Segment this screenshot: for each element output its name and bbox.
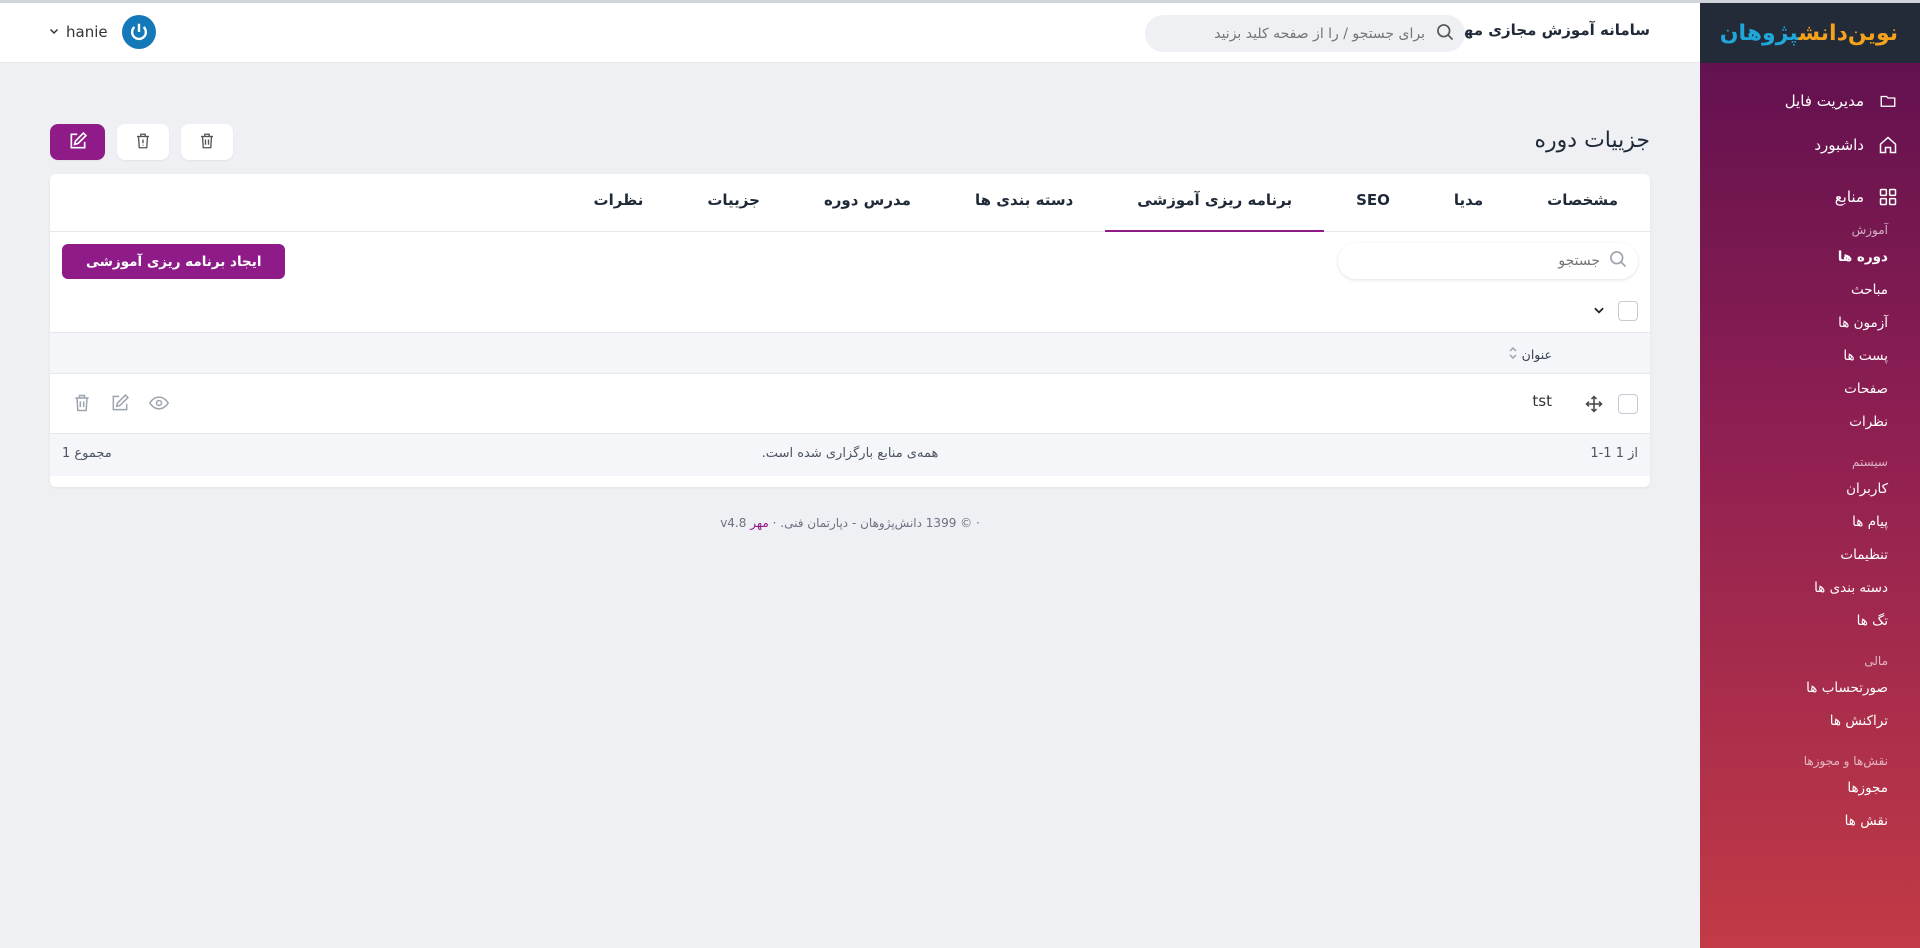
tab-media[interactable]: مدیا bbox=[1422, 174, 1515, 232]
logo[interactable]: نوین‌دانشپژوهان bbox=[1720, 21, 1899, 46]
table-footer: 1-1 از 1 همه‌ی منابع بارگزاری شده است. م… bbox=[50, 434, 1650, 476]
sidebar-item-courses[interactable]: دوره ها bbox=[1700, 241, 1920, 274]
footer-separator: · bbox=[772, 516, 777, 530]
sidebar-item-file-manager[interactable]: مدیریت فایل bbox=[1700, 79, 1920, 123]
page-title: جزییات دوره bbox=[1534, 128, 1650, 153]
page-footer: · © 1399 دانش‌پژوهان - دپارتمان فنی. · م… bbox=[0, 516, 1700, 530]
sidebar-section-education: آموزش bbox=[1851, 223, 1888, 237]
sidebar-item-topics[interactable]: مباحث bbox=[1700, 274, 1920, 307]
create-schedule-button[interactable]: ایجاد برنامه ریزی آموزشی bbox=[62, 244, 286, 279]
copyright-text: · © 1399 دانش‌پژوهان - دپارتمان فنی. bbox=[780, 516, 980, 530]
force-delete-button[interactable] bbox=[117, 124, 169, 160]
sidebar-item-users[interactable]: کاربران bbox=[1700, 473, 1920, 506]
logo-bar: نوین‌دانشپژوهان bbox=[1700, 3, 1920, 63]
chevron-down-icon bbox=[48, 23, 60, 41]
tab-schedule[interactable]: برنامه ریزی آموزشی bbox=[1105, 174, 1324, 232]
column-title-header[interactable]: عنوان bbox=[1508, 345, 1552, 364]
grid-icon bbox=[1878, 187, 1898, 207]
trash-icon bbox=[198, 132, 216, 153]
power-icon[interactable] bbox=[121, 15, 156, 49]
edit-icon bbox=[68, 131, 88, 154]
tab-specs[interactable]: مشخصات bbox=[1515, 174, 1650, 232]
sidebar: نوین‌دانشپژوهان مدیریت فایل داشبورد مناب… bbox=[1700, 3, 1920, 948]
row-title: tst bbox=[1532, 392, 1552, 410]
sidebar-section-system: سیستم bbox=[1852, 455, 1888, 469]
bulk-select-row bbox=[50, 290, 1650, 332]
sidebar-item-role-list[interactable]: نقش ها bbox=[1700, 805, 1920, 838]
delete-button[interactable] bbox=[181, 124, 233, 160]
sidebar-section-roles: نقش‌ها و مجوزها bbox=[1803, 754, 1888, 768]
sidebar-item-pages[interactable]: صفحات bbox=[1700, 373, 1920, 406]
sidebar-item-posts[interactable]: پست ها bbox=[1700, 340, 1920, 373]
trash-alert-icon bbox=[134, 132, 152, 153]
sidebar-item-resources[interactable]: منابع bbox=[1700, 175, 1920, 219]
global-search[interactable] bbox=[1145, 15, 1465, 52]
brand-link[interactable]: مهر bbox=[750, 516, 769, 530]
row-actions bbox=[72, 393, 170, 413]
sidebar-item-permissions[interactable]: مجوزها bbox=[1700, 772, 1920, 805]
tab-comments[interactable]: نظرات bbox=[562, 174, 676, 232]
table-search[interactable] bbox=[1338, 243, 1638, 279]
search-icon bbox=[1435, 22, 1455, 46]
global-search-input[interactable] bbox=[1145, 15, 1435, 52]
all-loaded-text: همه‌ی منابع بارگزاری شده است. bbox=[761, 446, 939, 461]
chevron-down-icon[interactable] bbox=[1592, 302, 1606, 321]
top-header: سامانه آموزش مجازی مهر hanie bbox=[0, 3, 1700, 63]
select-all-checkbox[interactable] bbox=[1618, 301, 1638, 321]
sidebar-item-messages[interactable]: پیام ها bbox=[1700, 506, 1920, 539]
tab-details[interactable]: جزییات bbox=[675, 174, 792, 232]
move-icon[interactable] bbox=[1584, 394, 1604, 418]
search-icon bbox=[1608, 249, 1628, 273]
trash-icon[interactable] bbox=[72, 393, 92, 413]
sidebar-item-comments[interactable]: نظرات bbox=[1700, 406, 1920, 439]
tab-seo[interactable]: SEO bbox=[1324, 174, 1422, 232]
sidebar-section-finance: مالی bbox=[1864, 654, 1888, 668]
sidebar-item-dashboard[interactable]: داشبورد bbox=[1700, 123, 1920, 167]
pagination-info: 1-1 از 1 bbox=[1590, 446, 1638, 461]
sort-icon bbox=[1508, 345, 1518, 364]
table-header: عنوان bbox=[50, 332, 1650, 374]
sidebar-item-tags[interactable]: تگ ها bbox=[1700, 605, 1920, 638]
tab-instructor[interactable]: مدرس دوره bbox=[792, 174, 943, 232]
edit-icon[interactable] bbox=[110, 393, 130, 413]
table-row: tst bbox=[50, 374, 1650, 434]
row-checkbox[interactable] bbox=[1618, 394, 1638, 414]
total-count: مجموع 1 bbox=[62, 446, 112, 461]
sidebar-item-transactions[interactable]: تراکنش ها bbox=[1700, 705, 1920, 738]
eye-icon[interactable] bbox=[148, 393, 170, 413]
version-text: v4.8 bbox=[720, 516, 747, 530]
detail-card: مشخصات مدیا SEO برنامه ریزی آموزشی دسته … bbox=[50, 174, 1650, 487]
table-search-input[interactable] bbox=[1338, 253, 1608, 269]
sidebar-item-settings[interactable]: تنظیمات bbox=[1700, 539, 1920, 572]
home-icon bbox=[1878, 135, 1898, 155]
user-menu[interactable]: hanie bbox=[48, 15, 156, 49]
sidebar-item-exams[interactable]: آزمون ها bbox=[1700, 307, 1920, 340]
sidebar-item-invoices[interactable]: صورتحساب ها bbox=[1700, 672, 1920, 705]
sidebar-item-categories[interactable]: دسته بندی ها bbox=[1700, 572, 1920, 605]
folder-icon bbox=[1878, 91, 1898, 111]
user-name: hanie bbox=[66, 23, 108, 41]
site-title: سامانه آموزش مجازی مهر bbox=[1454, 21, 1651, 39]
page-actions bbox=[50, 124, 233, 160]
edit-button[interactable] bbox=[50, 124, 105, 160]
tab-categories[interactable]: دسته بندی ها bbox=[943, 174, 1105, 232]
tabs: مشخصات مدیا SEO برنامه ریزی آموزشی دسته … bbox=[50, 174, 1650, 232]
table-toolbar: ایجاد برنامه ریزی آموزشی bbox=[50, 232, 1650, 290]
